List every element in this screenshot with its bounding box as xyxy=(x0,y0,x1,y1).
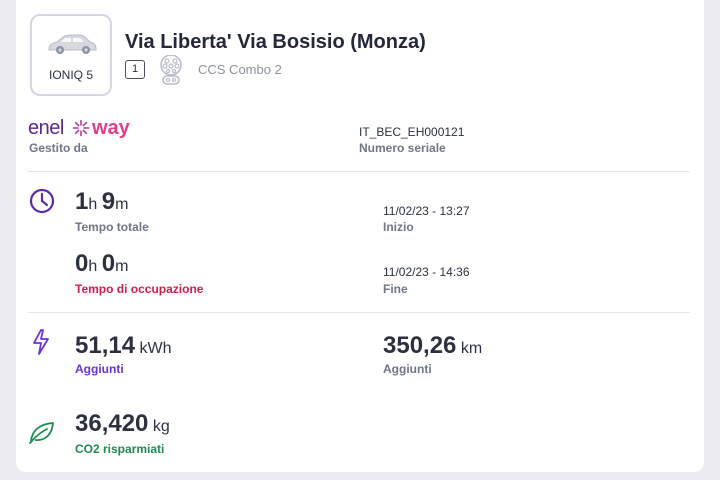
energy-unit: kWh xyxy=(139,340,172,357)
range-number: 350,26 xyxy=(383,332,457,359)
vehicle-badge: IONIQ 5 xyxy=(30,14,112,96)
co2-number: 36,420 xyxy=(75,410,149,437)
logo-text-way: way xyxy=(92,117,130,139)
end-time-value: 11/02/23 - 14:36 xyxy=(383,265,470,279)
vehicle-name: IONIQ 5 xyxy=(48,68,93,82)
range-added-label: Aggiunti xyxy=(383,362,432,376)
start-time-label: Inizio xyxy=(383,220,414,234)
serial-number-label: Numero seriale xyxy=(359,141,446,155)
occupancy-minutes-unit: m xyxy=(115,258,129,275)
total-minutes: 9 xyxy=(101,188,116,215)
co2-saved-label: CO2 risparmiati xyxy=(75,442,165,456)
range-unit: km xyxy=(460,340,483,357)
occupancy-minutes: 0 xyxy=(101,250,116,277)
co2-unit: kg xyxy=(152,418,170,435)
total-time-label: Tempo totale xyxy=(75,220,149,234)
occupancy-hours: 0 xyxy=(75,250,89,277)
total-minutes-unit: m xyxy=(115,196,129,213)
ccs-plug-icon xyxy=(160,55,182,85)
leaf-icon xyxy=(29,422,54,444)
car-icon xyxy=(48,34,97,54)
co2-saved-value: 36,420 kg xyxy=(75,410,170,438)
station-title: Via Liberta' Via Bosisio (Monza) xyxy=(125,31,426,53)
energy-number: 51,14 xyxy=(75,332,136,359)
divider xyxy=(28,171,690,172)
start-time-value: 11/02/23 - 13:27 xyxy=(383,204,470,218)
total-hours: 1 xyxy=(75,188,89,215)
enel-x-way-logo: enel way xyxy=(28,117,138,141)
charge-session-card: IONIQ 5 Via Liberta' Via Bosisio (Monza)… xyxy=(16,0,704,472)
total-time-value: 1h 9m xyxy=(75,188,128,216)
connector-number-badge: 1 xyxy=(125,60,145,79)
serial-number-value: IT_BEC_EH000121 xyxy=(359,125,465,139)
energy-added-value: 51,14 kWh xyxy=(75,332,172,360)
energy-added-label: Aggiunti xyxy=(75,362,124,376)
logo-text-enel: enel xyxy=(28,117,64,139)
divider xyxy=(28,312,690,313)
total-hours-unit: h xyxy=(88,196,98,213)
occupancy-hours-unit: h xyxy=(88,258,98,275)
occupancy-time-label: Tempo di occupazione xyxy=(75,282,204,296)
x-star-icon xyxy=(72,119,90,137)
end-time-label: Fine xyxy=(383,282,408,296)
clock-icon xyxy=(29,188,55,214)
lightning-icon xyxy=(33,329,49,355)
range-added-value: 350,26 km xyxy=(383,332,482,360)
managed-by-label: Gestito da xyxy=(29,141,88,155)
connector-type: CCS Combo 2 xyxy=(198,62,282,77)
occupancy-time-value: 0h 0m xyxy=(75,250,128,278)
